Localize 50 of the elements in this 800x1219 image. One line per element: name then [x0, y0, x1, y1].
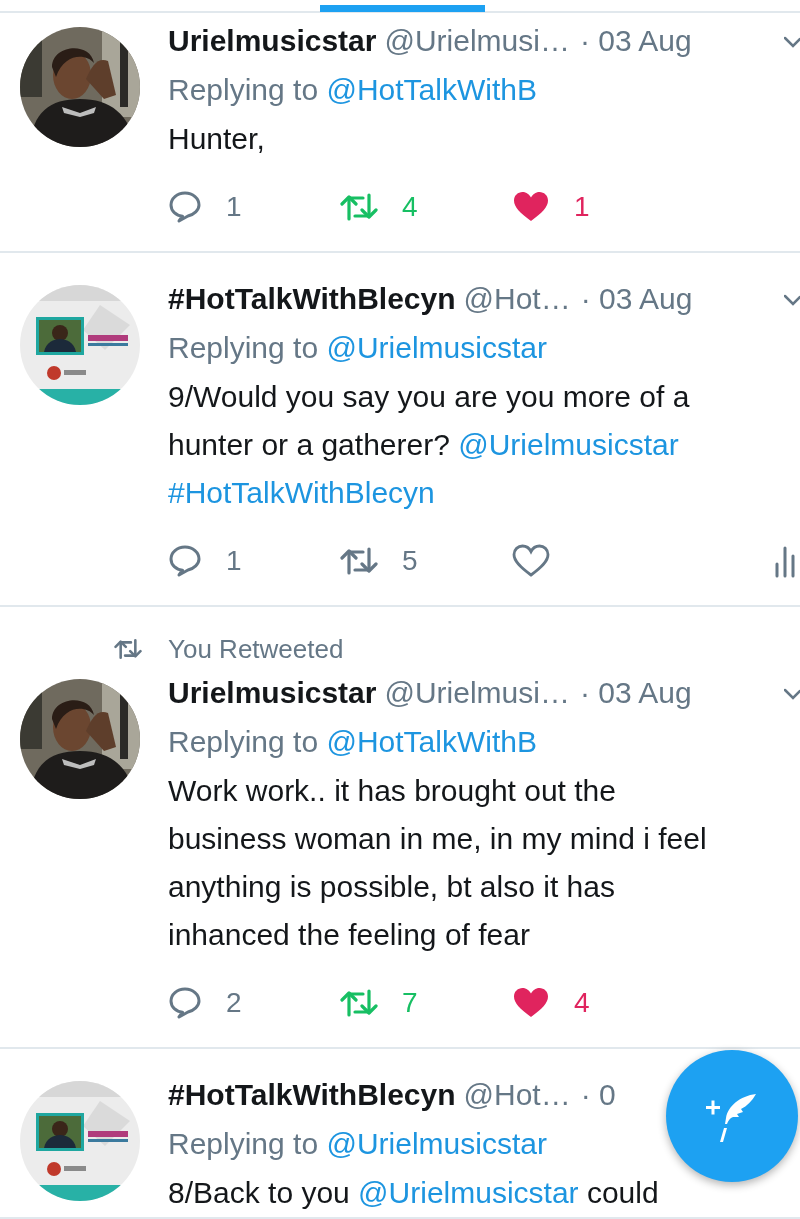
mention-link[interactable]: @HotTalkWithB	[326, 73, 537, 106]
reply-count: 1	[226, 191, 242, 223]
retweet-icon[interactable]	[340, 546, 378, 576]
reply-context: Replying to @Urielmusicstar	[168, 1126, 548, 1162]
hashtag-link[interactable]: #HotTalkWithBlecyn	[168, 476, 435, 509]
retweet-icon	[114, 638, 142, 660]
caret-icon[interactable]	[784, 687, 800, 701]
reply-icon[interactable]	[168, 544, 202, 578]
mention-link[interactable]: @Urielmusicstar	[326, 331, 547, 364]
mention-link[interactable]: @Urielmusicstar	[358, 1176, 579, 1209]
heart-icon[interactable]	[512, 986, 550, 1020]
caret-icon[interactable]	[784, 35, 800, 49]
caret-icon[interactable]	[784, 293, 800, 307]
display-name[interactable]: #HotTalkWithBlecyn	[168, 282, 456, 316]
reply-icon[interactable]	[168, 986, 202, 1020]
reply-count: 1	[226, 545, 242, 577]
tweet-text: 9/Would you say you are you more of a hunter or a gatherer? @Urielmusicstar #HotTalkWithBlecyn	[168, 379, 691, 511]
tweet-text: Hunter,	[168, 121, 266, 157]
display-name[interactable]: Urielmusicstar	[168, 24, 377, 58]
retweet-icon[interactable]	[340, 988, 378, 1018]
compose-button[interactable]	[666, 1050, 798, 1182]
tweet-date: · 0	[580, 1078, 616, 1112]
retweet-context: You Retweeted	[168, 633, 345, 666]
user-handle: @Urielmusi…	[384, 676, 570, 710]
display-name[interactable]: Urielmusicstar	[168, 676, 377, 710]
retweet-count: 7	[402, 987, 418, 1019]
user-handle: @Hot…	[463, 282, 571, 316]
reply-context: Replying to @HotTalkWithB	[168, 72, 538, 108]
tweet-text: Work work.. it has brought out the business woman in me, in my mind i feel anything is possible, bt also it has inhanced the feeling of fear	[168, 773, 708, 953]
reply-icon[interactable]	[168, 190, 202, 224]
retweet-count: 4	[402, 191, 418, 223]
retweet-icon[interactable]	[340, 192, 378, 222]
tweet-date: · 03 Aug	[580, 282, 693, 316]
heart-icon[interactable]	[512, 544, 550, 578]
tweet-text: 8/Back to you @Urielmusicstar could	[168, 1175, 660, 1211]
heart-icon[interactable]	[512, 190, 550, 224]
display-name[interactable]: #HotTalkWithBlecyn	[168, 1078, 456, 1112]
retweet-count: 5	[402, 545, 418, 577]
mention-link[interactable]: @HotTalkWithB	[326, 725, 537, 758]
user-handle: @Hot…	[463, 1078, 571, 1112]
tweet-date: · 03 Aug	[579, 24, 692, 58]
user-handle: @Urielmusi…	[384, 24, 570, 58]
tweet-date: · 03 Aug	[579, 676, 692, 710]
mention-link[interactable]: @Urielmusicstar	[326, 1127, 547, 1160]
reply-context: Replying to @HotTalkWithB	[168, 724, 538, 760]
reply-count: 2	[226, 987, 242, 1019]
like-count: 1	[574, 191, 590, 223]
mention-link[interactable]: @Urielmusicstar	[458, 428, 679, 461]
like-count: 4	[574, 987, 590, 1019]
reply-context: Replying to @Urielmusicstar	[168, 330, 548, 366]
